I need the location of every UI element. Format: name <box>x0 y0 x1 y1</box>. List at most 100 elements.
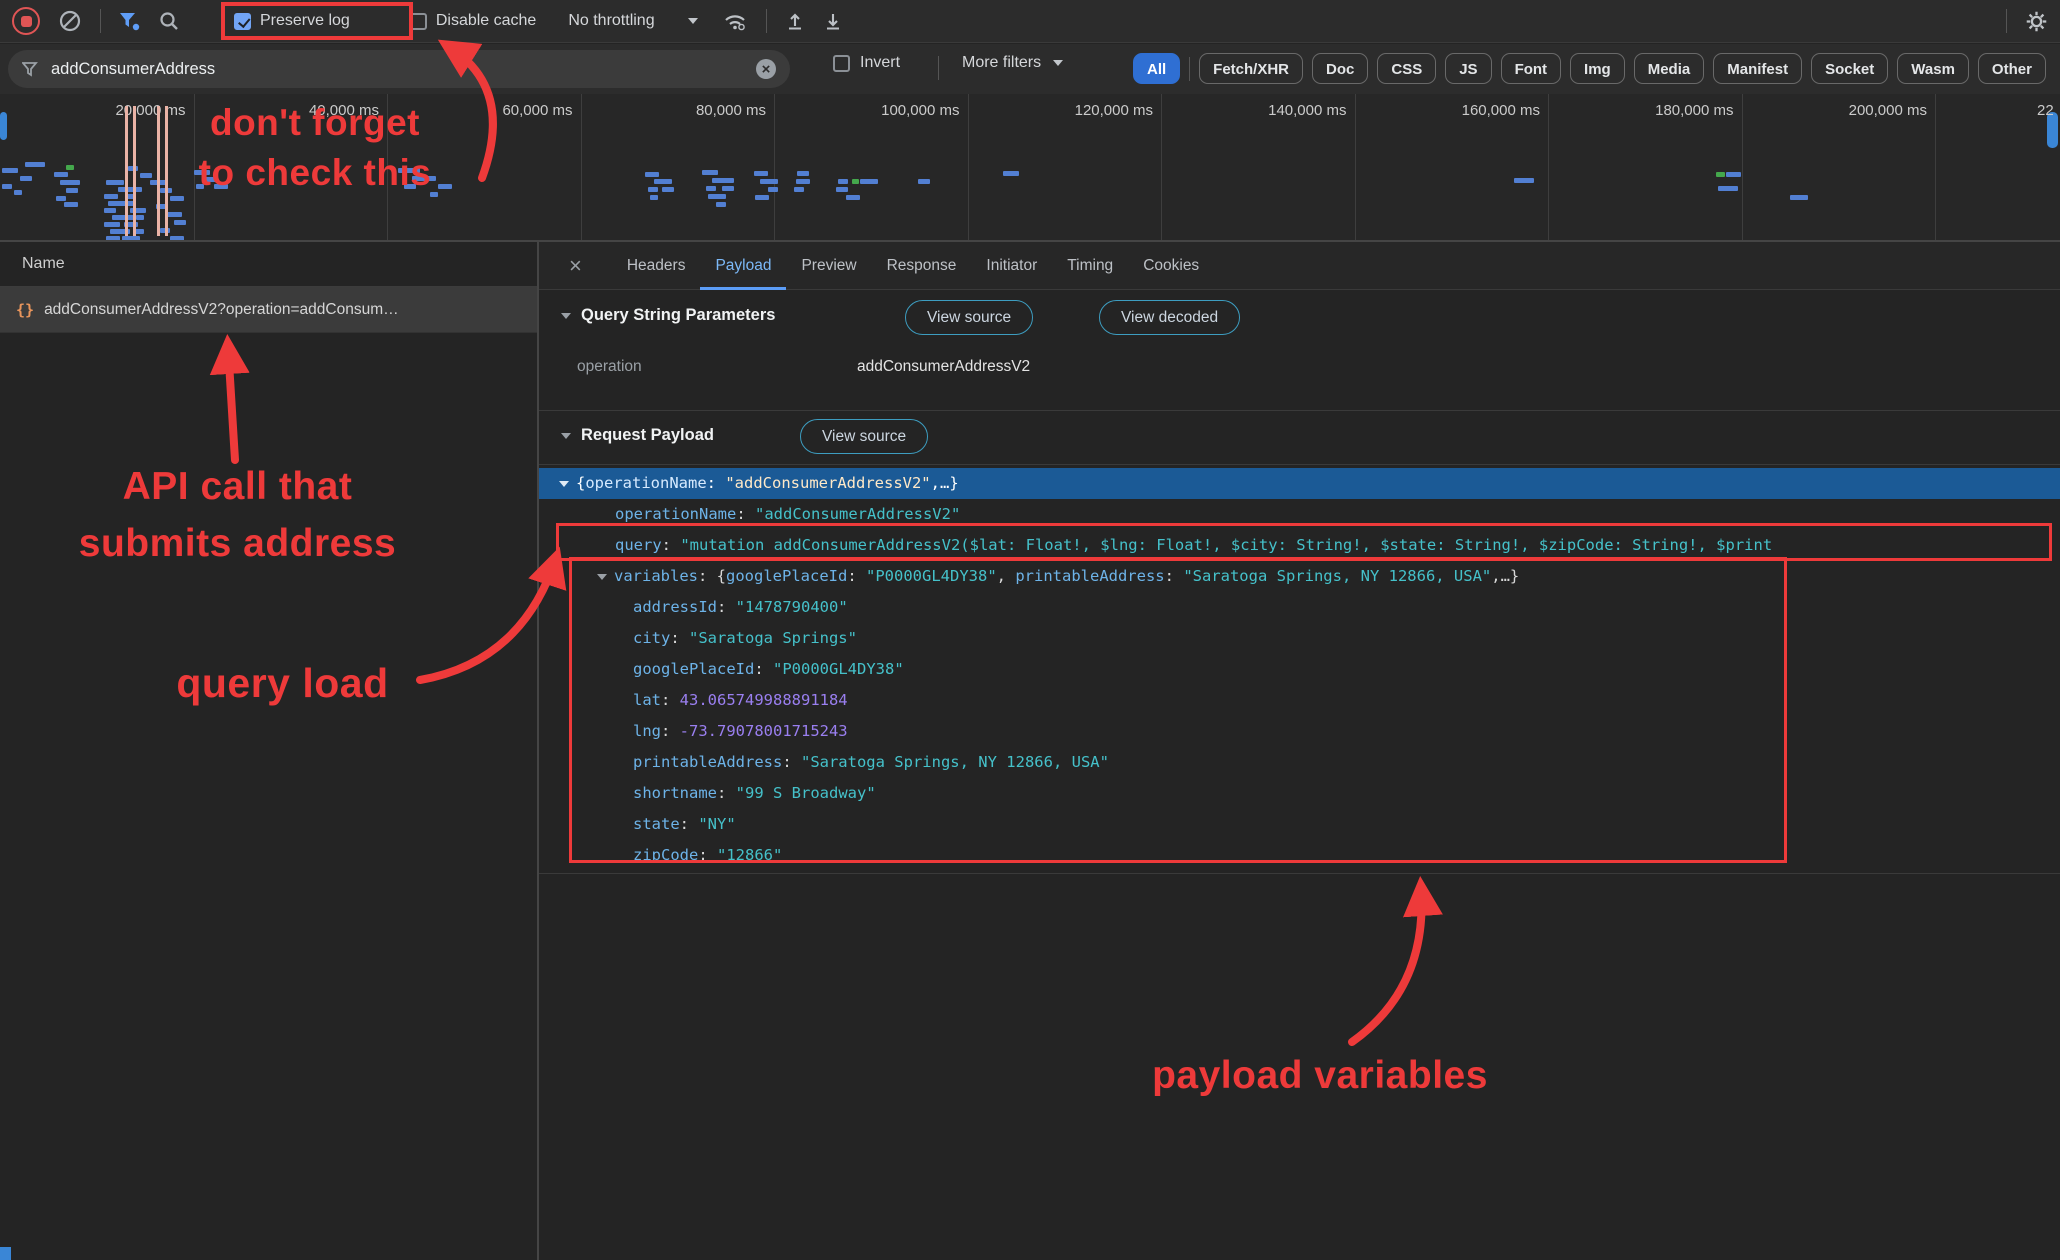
payload-str-segment: "mutation addConsumerAddressV2($lat: Flo… <box>680 536 1772 554</box>
payload-str-segment: "addConsumerAddressV2" <box>755 505 960 523</box>
payload-row-zipcode[interactable]: zipCode: "12866" <box>539 840 2060 871</box>
filter-bar: addConsumerAddress × Invert More filters… <box>0 44 2060 95</box>
filter-pill-font[interactable]: Font <box>1501 53 1561 84</box>
tab-preview[interactable]: Preview <box>786 242 871 290</box>
request-payload-section-header[interactable]: Request Payload <box>561 426 714 445</box>
payload-num-segment: 43.065749988891184 <box>680 691 848 709</box>
network-conditions-button[interactable] <box>722 10 748 32</box>
divider <box>539 873 2060 874</box>
json-braces-icon: {} <box>16 301 34 319</box>
waterfall-bar <box>204 177 216 182</box>
payload-str-segment: "12866" <box>717 846 782 864</box>
filter-pill-img[interactable]: Img <box>1570 53 1625 84</box>
invert-checkbox[interactable] <box>833 55 850 72</box>
overview-timeline[interactable]: 20,000 ms40,000 ms60,000 ms80,000 ms100,… <box>0 94 2060 242</box>
payload-plain-segment: : <box>661 691 680 709</box>
tab-response[interactable]: Response <box>872 242 972 290</box>
filter-pill-manifest[interactable]: Manifest <box>1713 53 1802 84</box>
request-row[interactable]: {} addConsumerAddressV2?operation=addCon… <box>0 287 537 333</box>
collapse-triangle-icon[interactable] <box>561 313 571 319</box>
waterfall-bar <box>140 173 152 178</box>
name-column-header[interactable]: Name <box>0 242 537 287</box>
filter-pill-media[interactable]: Media <box>1634 53 1705 84</box>
detail-tabs-bar: × HeadersPayloadPreviewResponseInitiator… <box>539 242 2060 290</box>
filter-pill-doc[interactable]: Doc <box>1312 53 1368 84</box>
network-toolbar: Preserve log Disable cache No throttling <box>0 0 2060 43</box>
payload-row-query[interactable]: query: "mutation addConsumerAddressV2($l… <box>539 530 2060 561</box>
payload-row-variables[interactable]: variables: {googlePlaceId: "P0000GL4DY38… <box>539 561 2060 592</box>
waterfall-bar <box>2 184 12 189</box>
payload-row-lat[interactable]: lat: 43.065749988891184 <box>539 685 2060 716</box>
close-icon[interactable]: × <box>559 253 592 279</box>
waterfall-bar <box>438 184 452 189</box>
payload-row-city[interactable]: city: "Saratoga Springs" <box>539 623 2060 654</box>
payload-row-shortname[interactable]: shortname: "99 S Broadway" <box>539 778 2060 809</box>
waterfall-bar <box>166 212 182 217</box>
import-har-button[interactable] <box>785 11 805 31</box>
filter-pill-other[interactable]: Other <box>1978 53 2046 84</box>
clear-icon <box>58 9 82 33</box>
payload-row-operationname[interactable]: operationName: "addConsumerAddressV2" <box>539 499 2060 530</box>
payload-str-segment: "P0000GL4DY38" <box>866 567 997 585</box>
waterfall-bar <box>25 162 45 167</box>
waterfall-bar <box>64 202 78 207</box>
tab-cookies[interactable]: Cookies <box>1128 242 1214 290</box>
timeline-gridline <box>194 94 195 240</box>
payload-row-state[interactable]: state: "NY" <box>539 809 2060 840</box>
filter-input[interactable]: addConsumerAddress × <box>8 50 790 88</box>
timeline-gridline <box>1935 94 1936 240</box>
waterfall-bar <box>846 195 860 200</box>
disable-cache-checkbox[interactable] <box>410 13 427 30</box>
payload-row-addressid[interactable]: addressId: "1478790400" <box>539 592 2060 623</box>
payload-str-segment: "P0000GL4DY38" <box>773 660 904 678</box>
tab-initiator[interactable]: Initiator <box>971 242 1052 290</box>
collapse-triangle-icon[interactable] <box>561 433 571 439</box>
clear-filter-icon[interactable]: × <box>756 59 776 79</box>
settings-button[interactable] <box>2025 10 2048 33</box>
filter-pill-fetch-xhr[interactable]: Fetch/XHR <box>1199 53 1303 84</box>
tab-timing[interactable]: Timing <box>1052 242 1128 290</box>
waterfall-bar <box>706 186 716 191</box>
filter-toggle-button[interactable] <box>119 12 140 31</box>
payload-row-printableaddress[interactable]: printableAddress: "Saratoga Springs, NY … <box>539 747 2060 778</box>
waterfall-bar <box>760 179 778 184</box>
waterfall-bar <box>104 194 118 199</box>
tab-payload[interactable]: Payload <box>700 242 786 290</box>
filter-pill-wasm[interactable]: Wasm <box>1897 53 1969 84</box>
payload-row-lng[interactable]: lng: -73.79078001715243 <box>539 716 2060 747</box>
view-source-button[interactable]: View source <box>905 300 1033 335</box>
filter-pill-js[interactable]: JS <box>1445 53 1491 84</box>
preserve-log-checkbox[interactable] <box>234 13 251 30</box>
filter-pill-css[interactable]: CSS <box>1377 53 1436 84</box>
waterfall-bar <box>174 220 186 225</box>
filter-pill-all[interactable]: All <box>1133 53 1180 84</box>
waterfall-bar <box>14 190 22 195</box>
timeline-label: 80,000 ms <box>604 102 766 119</box>
query-string-section-header[interactable]: Query String Parameters <box>561 306 775 325</box>
disable-cache-label: Disable cache <box>436 12 537 30</box>
search-button[interactable] <box>158 10 180 32</box>
waterfall-bar <box>20 176 32 181</box>
record-button[interactable] <box>12 7 40 35</box>
record-icon <box>21 16 32 27</box>
throttling-value: No throttling <box>568 12 654 30</box>
view-decoded-button[interactable]: View decoded <box>1099 300 1240 335</box>
export-har-button[interactable] <box>823 11 843 31</box>
payload-row-googleplaceid[interactable]: googlePlaceId: "P0000GL4DY38" <box>539 654 2060 685</box>
tab-headers[interactable]: Headers <box>612 242 701 290</box>
param-value: addConsumerAddressV2 <box>857 358 1030 376</box>
expander-triangle-icon[interactable] <box>559 481 569 487</box>
filter-pill-socket[interactable]: Socket <box>1811 53 1888 84</box>
view-source-button[interactable]: View source <box>800 419 928 454</box>
more-filters-button[interactable]: More filters <box>962 54 1063 72</box>
waterfall-bar <box>1003 171 1019 176</box>
request-name: addConsumerAddressV2?operation=addConsum… <box>44 301 399 319</box>
scrollbar-fragment[interactable] <box>0 1247 11 1260</box>
expander-triangle-icon[interactable] <box>597 574 607 580</box>
filter-query-text: addConsumerAddress <box>51 60 744 79</box>
payload-row-root[interactable]: {operationName: "addConsumerAddressV2",…… <box>539 468 2060 499</box>
chevron-down-icon <box>1053 60 1063 66</box>
overview-left-handle[interactable] <box>0 112 7 140</box>
throttling-select[interactable]: No throttling <box>568 12 697 30</box>
clear-button[interactable] <box>58 9 82 33</box>
